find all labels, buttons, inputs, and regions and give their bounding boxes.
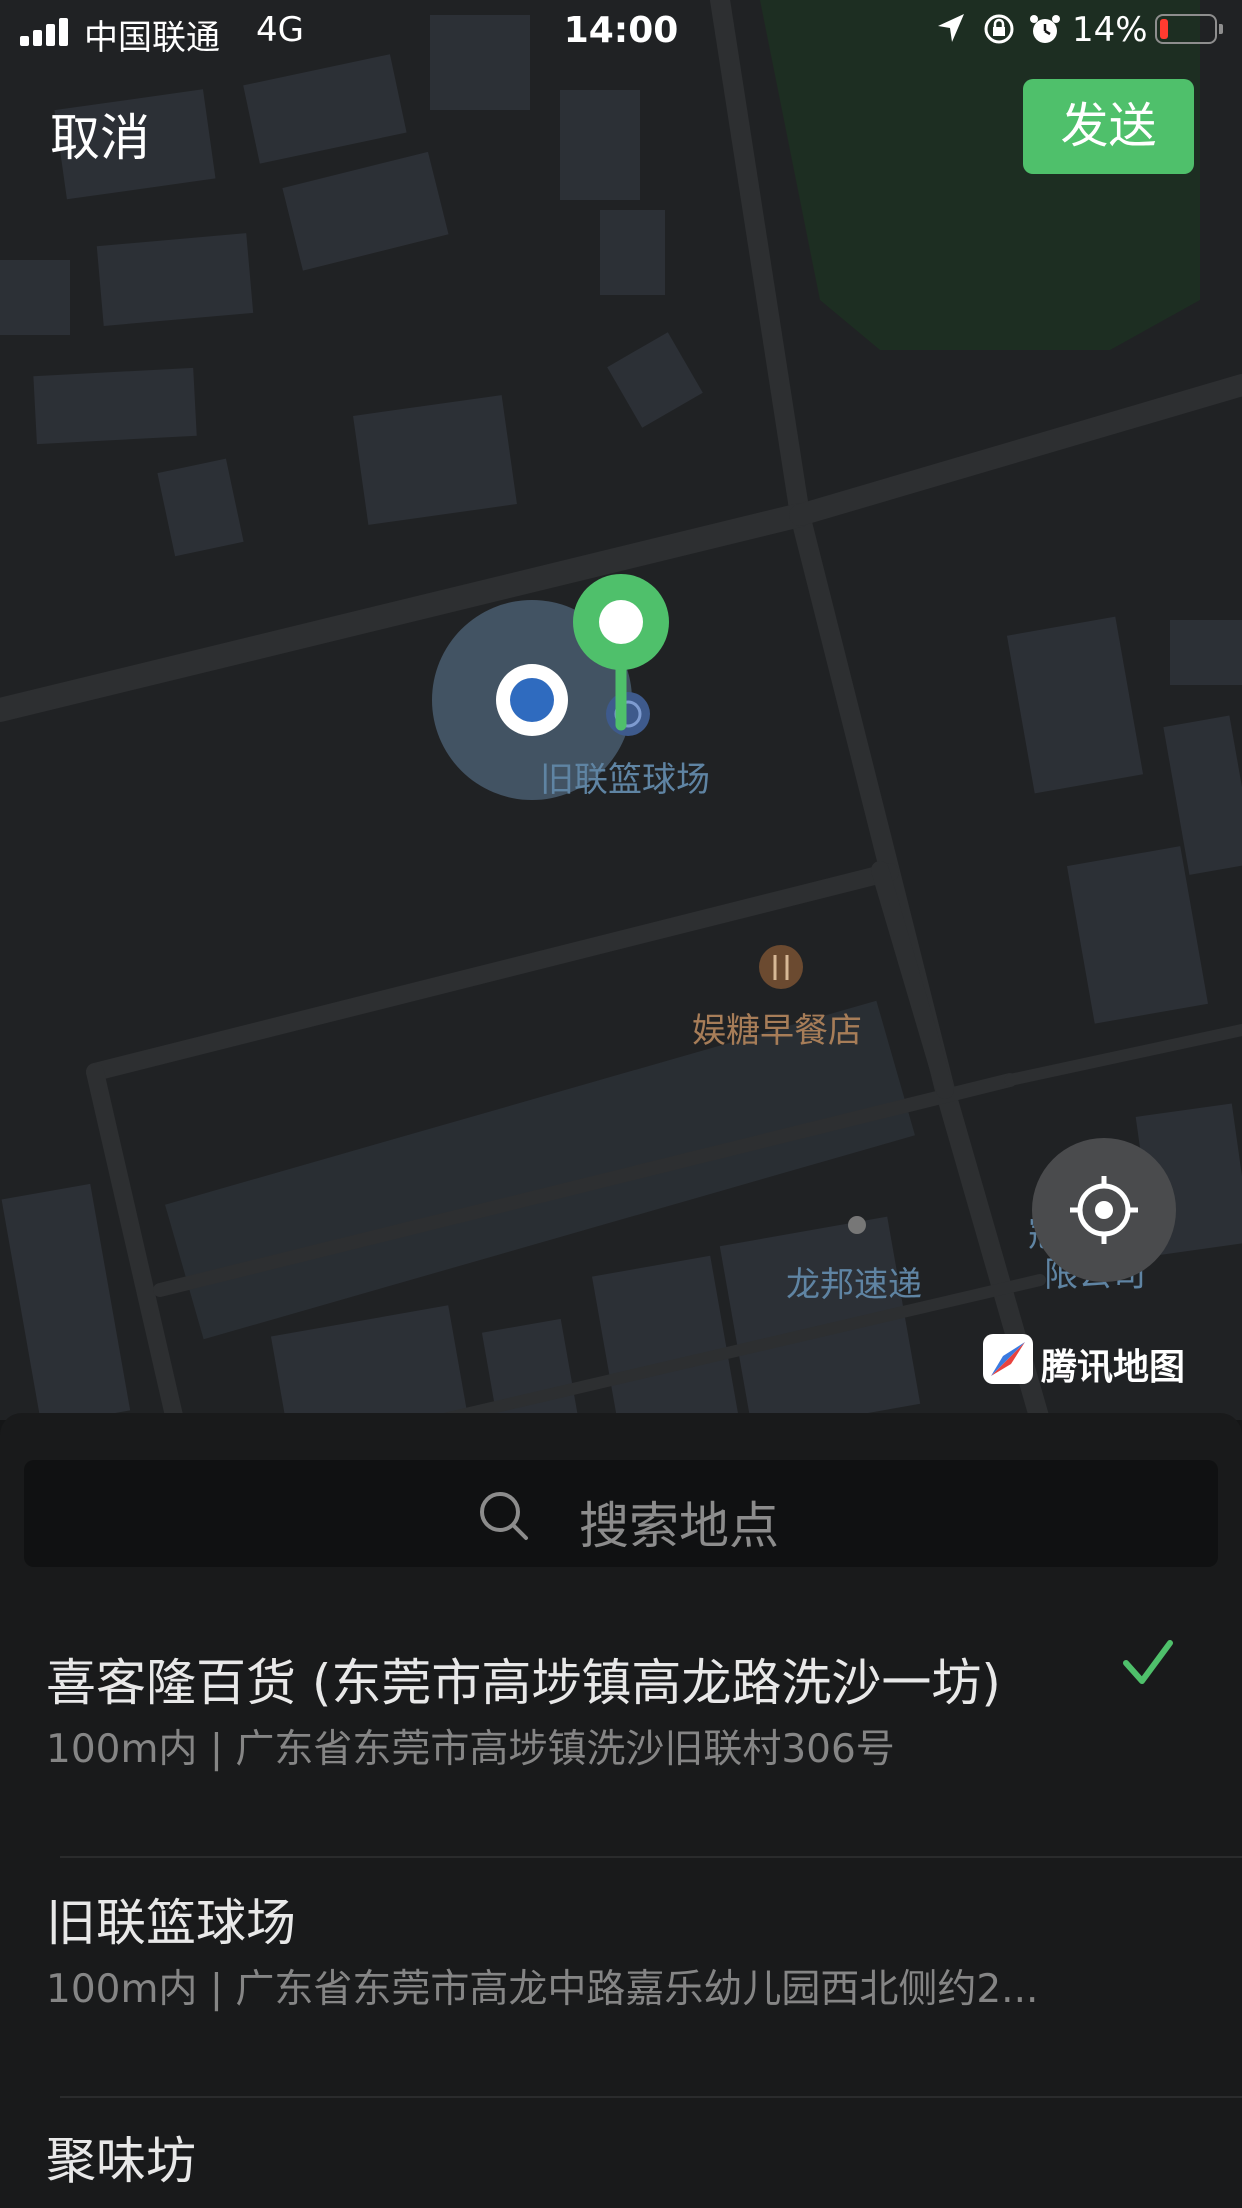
- list-divider: [60, 1856, 1242, 1858]
- alarm-icon: [1030, 15, 1060, 43]
- list-divider: [60, 2096, 1242, 2098]
- poi-label-express[interactable]: 龙邦速递: [786, 1257, 922, 1306]
- send-button[interactable]: 发送: [1023, 79, 1194, 174]
- search-placeholder: 搜索地点: [579, 1497, 779, 1555]
- place-subtitle: 100m内 | 广东省东莞市高龙中路嘉乐幼儿园西北侧约2...: [46, 1967, 1039, 2012]
- restaurant-poi-icon: [759, 945, 803, 989]
- basketball-poi-icon: [606, 692, 650, 736]
- battery-percent: 14%: [1072, 10, 1148, 50]
- tencent-map-logo-icon: [983, 1334, 1033, 1384]
- battery-icon: [1155, 14, 1223, 44]
- place-list-sheet: 搜索地点 喜客隆百货 (东莞市高埗镇高龙路洗沙一坊) 100m内 | 广东省东莞…: [0, 1413, 1242, 2208]
- place-title: 喜客隆百货 (东莞市高埗镇高龙路洗沙一坊): [46, 1654, 1001, 1712]
- place-subtitle: 100m内 | 广东省东莞市高埗镇洗沙旧联村306号: [46, 1727, 895, 1772]
- place-title: 聚味坊: [46, 2132, 196, 2190]
- place-title: 旧联篮球场: [46, 1894, 296, 1952]
- rotation-lock-icon: [984, 14, 1014, 44]
- crosshair-icon: [1070, 1176, 1138, 1244]
- place-list-item[interactable]: 旧联篮球场 100m内 | 广东省东莞市高龙中路嘉乐幼儿园西北侧约2...: [0, 1883, 1242, 2053]
- status-bar: 中国联通 4G 14:00 14%: [0, 0, 1242, 64]
- cancel-button[interactable]: 取消: [50, 98, 150, 170]
- place-list-item[interactable]: 聚味坊: [0, 2121, 1242, 2208]
- attribution-text: 腾讯地图: [1041, 1347, 1186, 1388]
- place-list-item-selected[interactable]: 喜客隆百货 (东莞市高埗镇高龙路洗沙一坊) 100m内 | 广东省东莞市高埗镇洗…: [0, 1640, 1242, 1813]
- poi-label-basketball-court[interactable]: 旧联篮球场: [540, 752, 710, 801]
- my-location-dot: [510, 678, 554, 722]
- checkmark-icon: [1123, 1640, 1173, 1684]
- search-input[interactable]: 搜索地点: [24, 1460, 1218, 1567]
- express-poi-dot: [848, 1216, 866, 1234]
- poi-label-breakfast-shop[interactable]: 娱糖早餐店: [692, 1003, 862, 1052]
- search-icon: [480, 1492, 528, 1540]
- map-view[interactable]: 旧联篮球场 娱糖早餐店 龙邦速递 冠五 限公司 腾讯地图: [0, 0, 1242, 1420]
- location-arrow-icon: [938, 14, 964, 42]
- recenter-location-button[interactable]: [1032, 1138, 1176, 1282]
